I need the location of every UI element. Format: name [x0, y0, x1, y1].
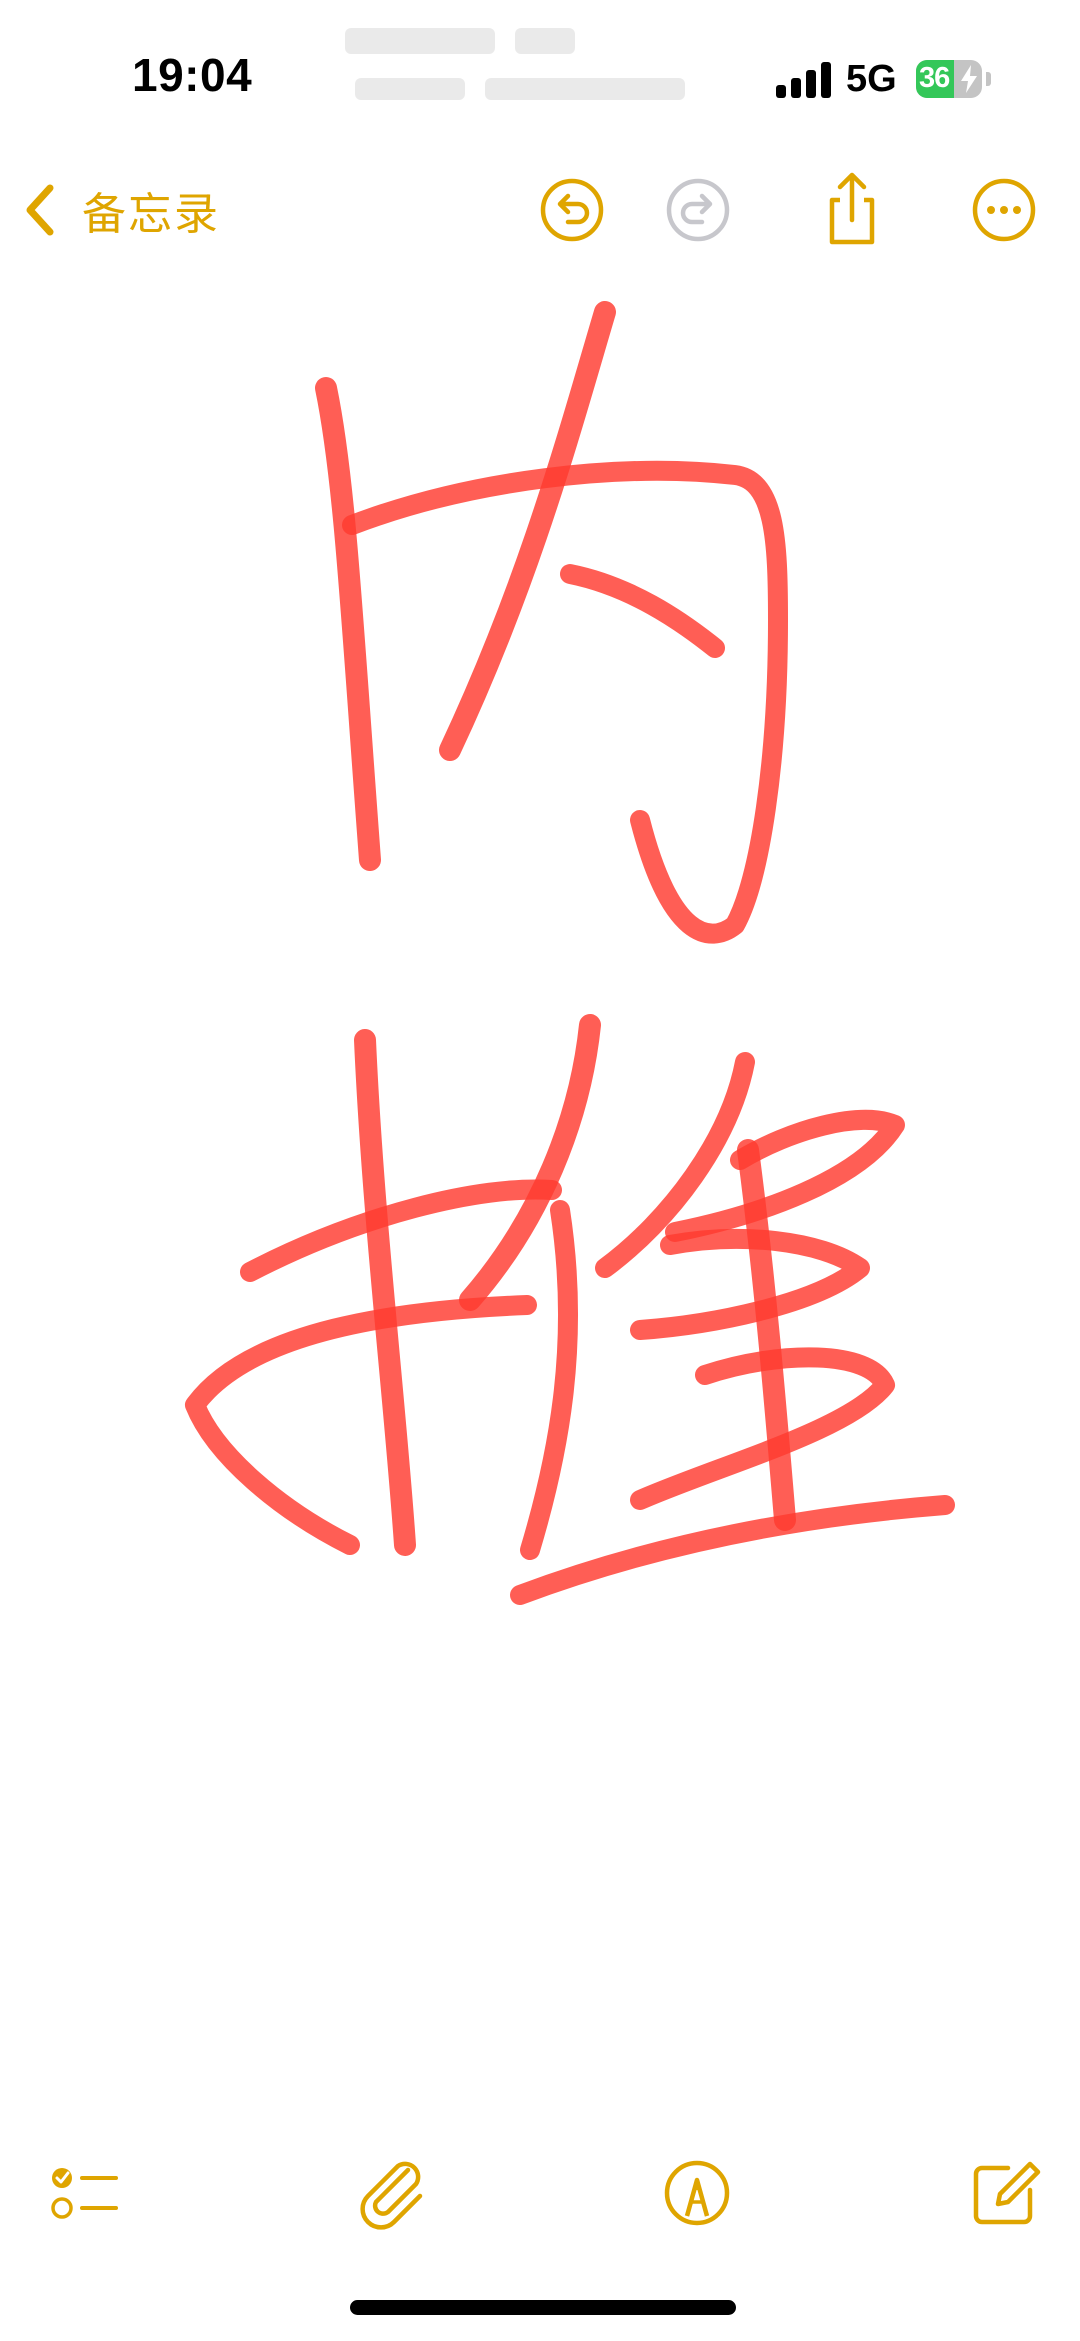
ink-stroke: [439, 301, 616, 761]
network-type: 5G: [846, 58, 897, 100]
ink-stroke: [185, 1295, 537, 1555]
status-bar: 19:04 5G 36: [0, 0, 1080, 150]
markup-icon[interactable]: [654, 2150, 740, 2236]
battery-level: 36: [919, 62, 950, 94]
share-icon[interactable]: [812, 170, 892, 250]
compose-icon[interactable]: [962, 2150, 1048, 2236]
undo-icon[interactable]: [532, 170, 612, 250]
cellular-signal-icon: [776, 62, 834, 98]
ink-stroke: [560, 564, 725, 658]
battery-cap: [986, 72, 991, 86]
ink-stroke: [354, 1029, 416, 1556]
drawing-canvas[interactable]: [0, 270, 1080, 2120]
back-button[interactable]: 备忘录: [20, 174, 220, 246]
status-ghost-overlay: [345, 28, 685, 100]
attachment-icon[interactable]: [350, 2150, 436, 2236]
charging-bolt-icon: [961, 65, 977, 93]
ink-stroke: [520, 1200, 579, 1560]
ink-stroke: [315, 377, 381, 871]
status-time: 19:04: [132, 49, 253, 101]
more-icon[interactable]: [964, 170, 1044, 250]
notes-screen: 19:04 5G 36 备忘录: [0, 0, 1080, 2341]
back-label: 备忘录: [82, 189, 220, 240]
battery-icon: 36: [916, 60, 982, 98]
checklist-icon[interactable]: [42, 2150, 128, 2236]
home-indicator[interactable]: [350, 2300, 736, 2315]
redo-icon[interactable]: [658, 170, 738, 250]
bottom-toolbar: [0, 2140, 1080, 2250]
chevron-left-icon: [26, 184, 54, 236]
nav-bar: 备忘录: [0, 160, 1080, 260]
ink-stroke: [510, 1495, 955, 1605]
ink-stroke: [342, 460, 788, 944]
